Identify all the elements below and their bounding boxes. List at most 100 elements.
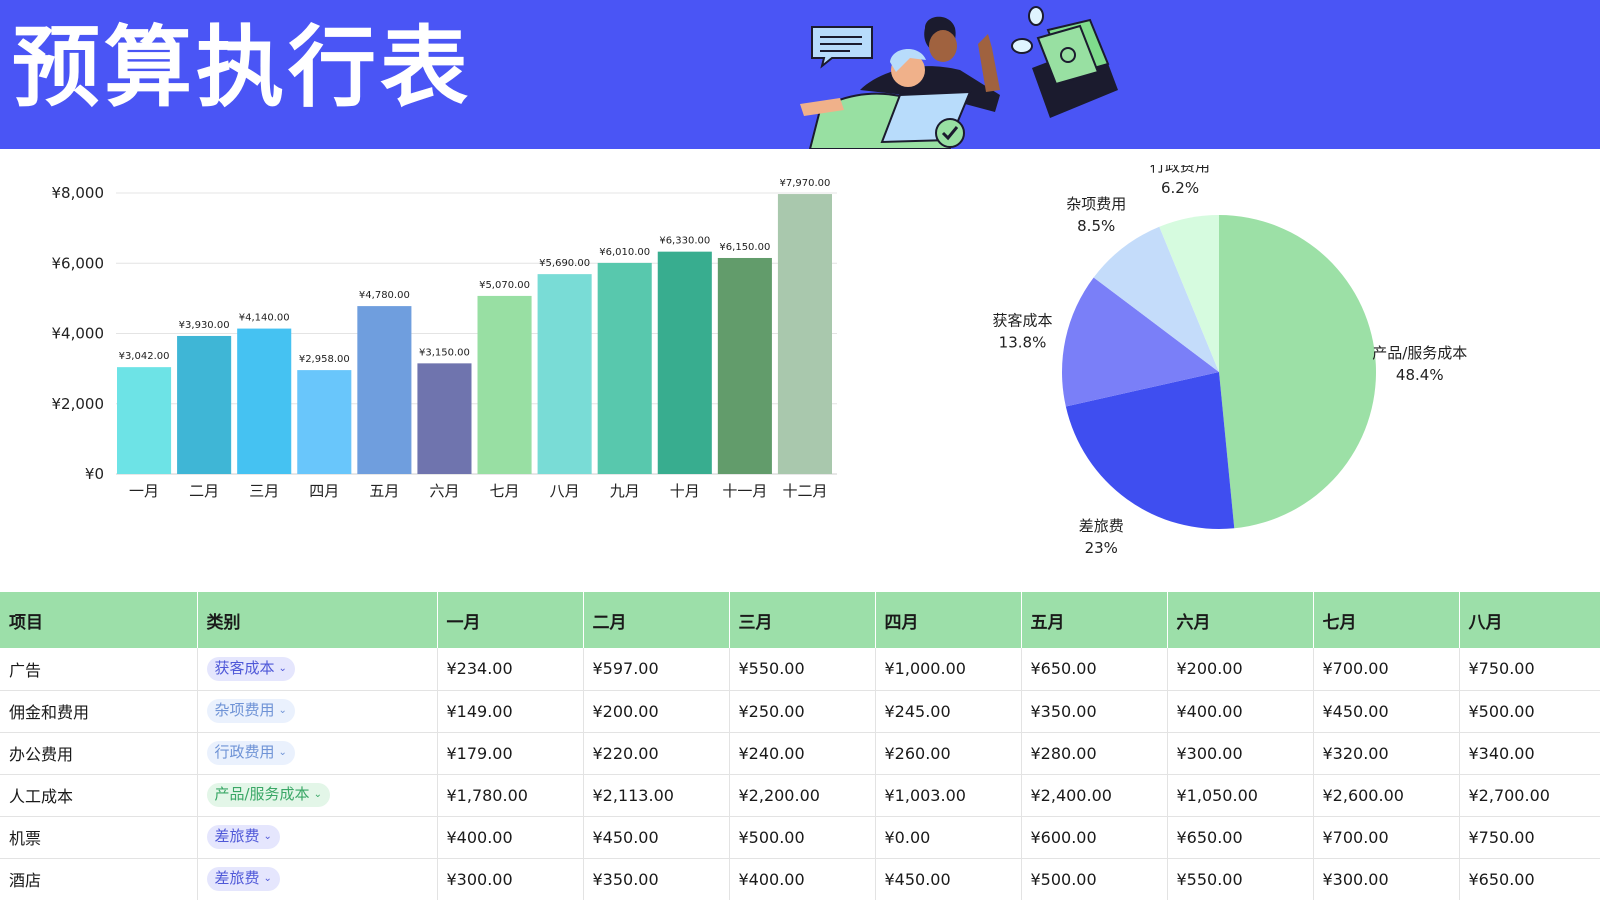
bar — [597, 262, 652, 474]
month-value-cell[interactable]: ¥300.00 — [1313, 858, 1460, 900]
column-header[interactable]: 六月 — [1167, 592, 1314, 648]
month-value-cell[interactable]: ¥450.00 — [583, 816, 730, 859]
page-title: 预算执行表 — [12, 16, 473, 119]
month-value-cell[interactable]: ¥500.00 — [729, 816, 876, 859]
category-cell[interactable]: 行政费用 ⌄ — [197, 732, 438, 775]
month-value-cell[interactable]: ¥550.00 — [729, 648, 876, 691]
table-row[interactable]: 佣金和费用 杂项费用 ⌄ ¥149.00 ¥200.00 ¥250.00 ¥245.00 ¥3… — [0, 690, 1600, 733]
item-cell[interactable]: 机票 — [0, 816, 198, 859]
month-value-cell[interactable]: ¥750.00 — [1459, 648, 1600, 691]
bar — [237, 328, 292, 474]
bar — [297, 370, 352, 474]
category-cell[interactable]: 产品/服务成本 ⌄ — [197, 774, 438, 817]
month-value-cell[interactable]: ¥550.00 — [1167, 858, 1314, 900]
month-value-cell[interactable]: ¥600.00 — [1021, 816, 1168, 859]
month-value-cell[interactable]: ¥260.00 — [875, 732, 1022, 775]
x-tick-label: 十二月 — [782, 482, 827, 500]
column-header[interactable]: 五月 — [1021, 592, 1168, 648]
month-value-cell[interactable]: ¥2,400.00 — [1021, 774, 1168, 817]
category-dropdown-chip[interactable]: 杂项费用 ⌄ — [206, 699, 295, 723]
bar — [717, 257, 772, 474]
month-value-cell[interactable]: ¥400.00 — [729, 858, 876, 900]
month-value-cell[interactable]: ¥597.00 — [583, 648, 730, 691]
bar-value-label: ¥6,010.00 — [599, 247, 650, 258]
table-row[interactable]: 广告 获客成本 ⌄ ¥234.00 ¥597.00 ¥550.00 ¥1,000.00 ¥65… — [0, 648, 1600, 691]
budget-table: 项目 类别 一月 二月 三月 四月 五月 六月 七月 八月 广告 获客成本 ⌄ ¥234.00 ¥597.… — [0, 592, 1600, 900]
item-cell[interactable]: 办公费用 — [0, 732, 198, 775]
month-value-cell[interactable]: ¥250.00 — [729, 690, 876, 733]
month-value-cell[interactable]: ¥200.00 — [1167, 648, 1314, 691]
month-value-cell[interactable]: ¥2,700.00 — [1459, 774, 1600, 817]
column-header[interactable]: 三月 — [729, 592, 876, 648]
month-value-cell[interactable]: ¥200.00 — [583, 690, 730, 733]
table-row[interactable]: 机票 差旅费 ⌄ ¥400.00 ¥450.00 ¥500.00 ¥0.00 ¥600.00 ¥… — [0, 816, 1600, 859]
month-value-cell[interactable]: ¥700.00 — [1313, 648, 1460, 691]
x-tick-label: 十月 — [670, 482, 700, 500]
pie-slice-label: 杂项费用 — [1066, 195, 1126, 213]
month-value-cell[interactable]: ¥450.00 — [875, 858, 1022, 900]
month-value-cell[interactable]: ¥280.00 — [1021, 732, 1168, 775]
month-value-cell[interactable]: ¥700.00 — [1313, 816, 1460, 859]
month-value-cell[interactable]: ¥234.00 — [437, 648, 584, 691]
item-cell[interactable]: 酒店 — [0, 858, 198, 900]
header-banner: 预算执行表 — [0, 0, 1600, 149]
bar-value-label: ¥3,930.00 — [179, 320, 230, 331]
column-header[interactable]: 二月 — [583, 592, 730, 648]
month-value-cell[interactable]: ¥220.00 — [583, 732, 730, 775]
category-chip-label: 差旅费 — [214, 827, 260, 846]
month-value-cell[interactable]: ¥650.00 — [1167, 816, 1314, 859]
column-header[interactable]: 类别 — [197, 592, 438, 648]
category-cell[interactable]: 杂项费用 ⌄ — [197, 690, 438, 733]
month-value-cell[interactable]: ¥320.00 — [1313, 732, 1460, 775]
column-header[interactable]: 七月 — [1313, 592, 1460, 648]
chevron-down-icon: ⌄ — [263, 872, 272, 884]
table-row[interactable]: 酒店 差旅费 ⌄ ¥300.00 ¥350.00 ¥400.00 ¥450.00 ¥500.0… — [0, 858, 1600, 900]
month-value-cell[interactable]: ¥650.00 — [1459, 858, 1600, 900]
table-row[interactable]: 人工成本 产品/服务成本 ⌄ ¥1,780.00 ¥2,113.00 ¥2,200.00 ¥… — [0, 774, 1600, 817]
month-value-cell[interactable]: ¥500.00 — [1459, 690, 1600, 733]
table-row[interactable]: 办公费用 行政费用 ⌄ ¥179.00 ¥220.00 ¥240.00 ¥260.00 ¥28… — [0, 732, 1600, 775]
month-value-cell[interactable]: ¥1,003.00 — [875, 774, 1022, 817]
month-value-cell[interactable]: ¥2,113.00 — [583, 774, 730, 817]
month-value-cell[interactable]: ¥2,200.00 — [729, 774, 876, 817]
month-value-cell[interactable]: ¥240.00 — [729, 732, 876, 775]
item-cell[interactable]: 广告 — [0, 648, 198, 691]
column-header[interactable]: 四月 — [875, 592, 1022, 648]
month-value-cell[interactable]: ¥245.00 — [875, 690, 1022, 733]
month-value-cell[interactable]: ¥149.00 — [437, 690, 584, 733]
month-value-cell[interactable]: ¥650.00 — [1021, 648, 1168, 691]
category-dropdown-chip[interactable]: 差旅费 ⌄ — [206, 825, 280, 849]
month-value-cell[interactable]: ¥350.00 — [583, 858, 730, 900]
month-value-cell[interactable]: ¥400.00 — [437, 816, 584, 859]
category-dropdown-chip[interactable]: 行政费用 ⌄ — [206, 741, 295, 765]
category-cell[interactable]: 获客成本 ⌄ — [197, 648, 438, 691]
column-header[interactable]: 八月 — [1459, 592, 1600, 648]
month-value-cell[interactable]: ¥400.00 — [1167, 690, 1314, 733]
category-dropdown-chip[interactable]: 产品/服务成本 ⌄ — [206, 783, 330, 807]
month-value-cell[interactable]: ¥1,780.00 — [437, 774, 584, 817]
month-value-cell[interactable]: ¥2,600.00 — [1313, 774, 1460, 817]
month-value-cell[interactable]: ¥179.00 — [437, 732, 584, 775]
category-dropdown-chip[interactable]: 差旅费 ⌄ — [206, 867, 280, 891]
column-header[interactable]: 项目 — [0, 592, 198, 648]
y-tick-label: ¥8,000 — [52, 184, 105, 202]
category-dropdown-chip[interactable]: 获客成本 ⌄ — [206, 657, 295, 681]
month-value-cell[interactable]: ¥1,000.00 — [875, 648, 1022, 691]
month-value-cell[interactable]: ¥350.00 — [1021, 690, 1168, 733]
column-header[interactable]: 一月 — [437, 592, 584, 648]
month-value-cell[interactable]: ¥300.00 — [1167, 732, 1314, 775]
month-value-cell[interactable]: ¥0.00 — [875, 816, 1022, 859]
pie-slice-label: 差旅费 — [1079, 517, 1124, 535]
month-value-cell[interactable]: ¥1,050.00 — [1167, 774, 1314, 817]
month-value-cell[interactable]: ¥500.00 — [1021, 858, 1168, 900]
bar — [417, 363, 472, 474]
category-cell[interactable]: 差旅费 ⌄ — [197, 858, 438, 900]
x-tick-label: 一月 — [129, 482, 159, 500]
item-cell[interactable]: 佣金和费用 — [0, 690, 198, 733]
item-cell[interactable]: 人工成本 — [0, 774, 198, 817]
month-value-cell[interactable]: ¥750.00 — [1459, 816, 1600, 859]
month-value-cell[interactable]: ¥300.00 — [437, 858, 584, 900]
month-value-cell[interactable]: ¥340.00 — [1459, 732, 1600, 775]
category-cell[interactable]: 差旅费 ⌄ — [197, 816, 438, 859]
month-value-cell[interactable]: ¥450.00 — [1313, 690, 1460, 733]
